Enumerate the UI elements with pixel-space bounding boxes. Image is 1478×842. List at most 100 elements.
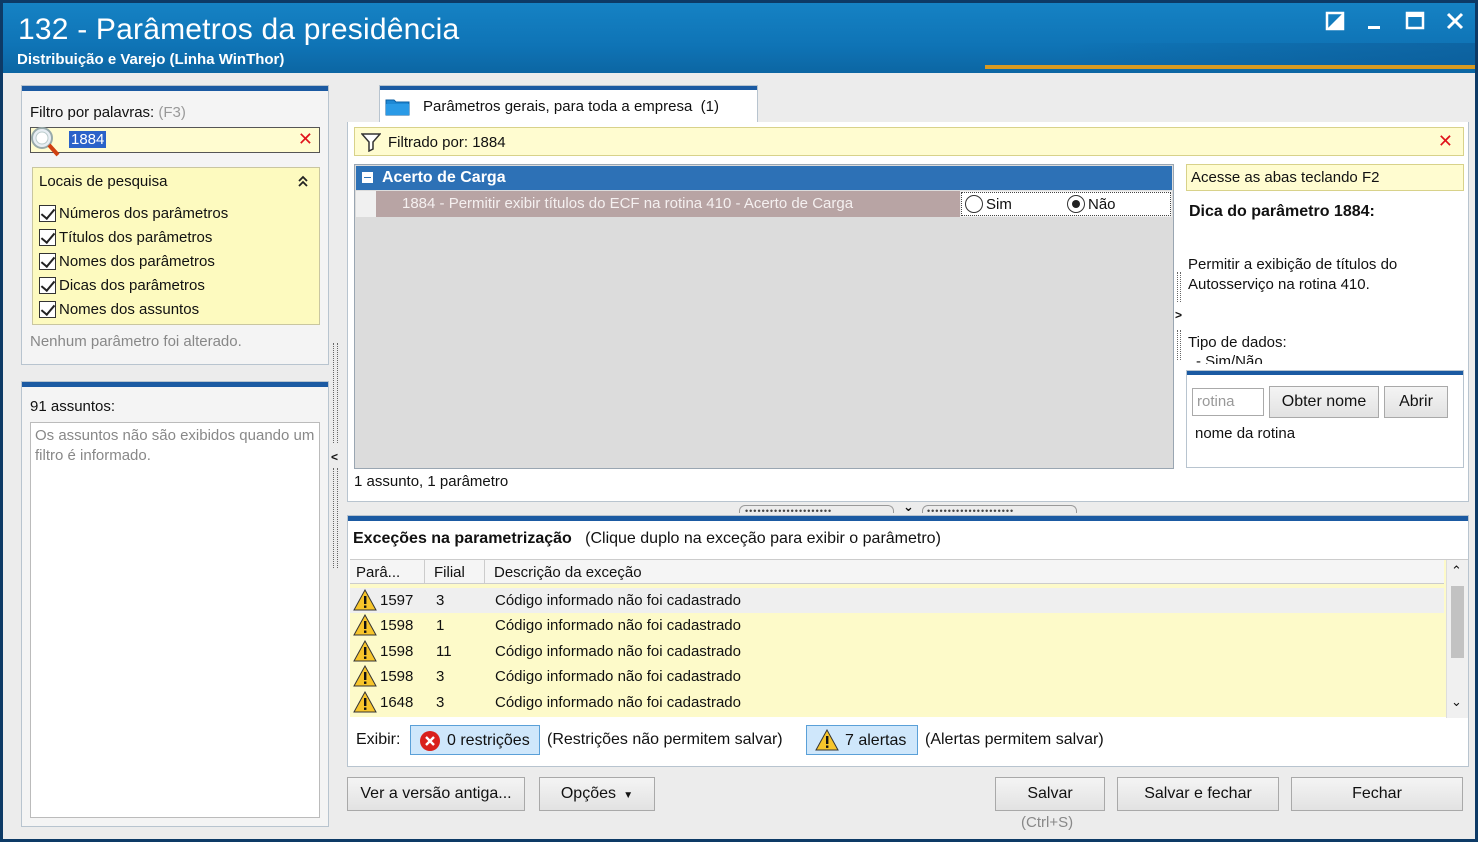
close-icon[interactable] bbox=[1445, 11, 1467, 33]
subjects-empty-text: Os assuntos não são exibidos quando um f… bbox=[35, 427, 315, 464]
minimize-icon[interactable] bbox=[1365, 11, 1387, 33]
column-param[interactable]: Parâ... bbox=[356, 564, 400, 581]
splitter-grip bbox=[333, 343, 338, 443]
option-titulos[interactable]: Títulos dos parâmetros bbox=[39, 226, 212, 248]
cell-desc: Código informado não foi cadastrado bbox=[495, 617, 741, 634]
table-row[interactable]: 1598 1 Código informado não foi cadastra… bbox=[350, 613, 1444, 638]
checkbox-icon[interactable] bbox=[39, 204, 56, 222]
checkbox-icon[interactable] bbox=[39, 276, 56, 294]
tab-parametros-gerais[interactable]: Parâmetros gerais, para toda a empresa (… bbox=[379, 85, 758, 123]
table-row[interactable]: 1598 3 Código informado não foi cadastra… bbox=[350, 664, 1444, 689]
alerts-label: 7 alertas bbox=[845, 732, 907, 749]
chevron-up-icon[interactable]: ⌃ bbox=[1451, 563, 1462, 579]
change-status-text: Nenhum parâmetro foi alterado. bbox=[30, 333, 242, 350]
collapse-chevron-icon[interactable] bbox=[297, 174, 309, 190]
save-button[interactable]: Salvar bbox=[995, 777, 1105, 811]
radio-circle-icon[interactable] bbox=[1067, 195, 1085, 213]
cell-param: 1598 bbox=[380, 668, 414, 685]
chevron-right-icon[interactable]: > bbox=[1175, 308, 1182, 322]
option-label: Títulos dos parâmetros bbox=[59, 228, 213, 246]
exceptions-hint: (Clique duplo na exceção para exibir o p… bbox=[585, 530, 941, 547]
tabs-access-hint: Acesse as abas teclando F2 bbox=[1186, 164, 1464, 191]
open-button[interactable]: Abrir bbox=[1384, 386, 1448, 418]
tip-type-value: - Sim/Não bbox=[1196, 353, 1263, 364]
radio-label: Sim bbox=[986, 195, 1012, 213]
option-numeros[interactable]: Números dos parâmetros bbox=[39, 202, 228, 224]
old-version-button[interactable]: Ver a versão antiga... bbox=[347, 777, 525, 811]
search-locations-box: Locais de pesquisa Números dos parâmetro… bbox=[32, 167, 320, 325]
checkbox-icon[interactable] bbox=[39, 252, 56, 270]
alerts-toggle[interactable]: 7 alertas bbox=[806, 725, 918, 755]
checkbox-icon[interactable] bbox=[39, 300, 56, 318]
grid-summary: 1 assunto, 1 parâmetro bbox=[354, 473, 509, 490]
filter-label-text: Filtro por palavras: bbox=[30, 104, 155, 121]
cell-param: 1598 bbox=[380, 643, 414, 660]
column-separator bbox=[424, 560, 425, 584]
filtered-by-text: Filtrado por: 1884 bbox=[388, 134, 506, 151]
table-header: Parâ... Filial Descrição da exceção bbox=[350, 560, 1444, 584]
window-subtitle: Distribuição e Varejo (Linha WinThor) bbox=[17, 51, 285, 68]
group-header[interactable]: Acerto de Carga bbox=[356, 166, 1172, 190]
group-title: Acerto de Carga bbox=[382, 169, 506, 186]
restrictions-note: (Restrições não permitem salvar) bbox=[547, 731, 783, 748]
save-and-close-button[interactable]: Salvar e fechar bbox=[1117, 777, 1279, 811]
restore-icon[interactable] bbox=[1325, 11, 1347, 33]
vertical-splitter[interactable]: < bbox=[331, 343, 341, 573]
options-label: Opções bbox=[560, 785, 616, 802]
radio-sim[interactable]: Sim bbox=[965, 195, 1012, 213]
maximize-icon[interactable] bbox=[1405, 11, 1427, 33]
filter-value: 1884 bbox=[69, 131, 107, 148]
tip-text: Permitir a exibição de títulos do Autoss… bbox=[1188, 256, 1398, 293]
option-assuntos[interactable]: Nomes dos assuntos bbox=[39, 298, 199, 320]
vertical-scrollbar[interactable]: ⌃ ⌄ bbox=[1446, 560, 1468, 718]
option-label: Nomes dos parâmetros bbox=[59, 252, 215, 270]
clear-filter-icon[interactable]: ✕ bbox=[1438, 131, 1453, 152]
collapse-icon[interactable] bbox=[362, 172, 373, 183]
routine-box: rotina Obter nome Abrir nome da rotina bbox=[1186, 370, 1464, 468]
cell-param: 1598 bbox=[380, 617, 414, 634]
filter-shortcut-hint: (F3) bbox=[158, 104, 186, 121]
table-row[interactable]: 1597 3 Código informado não foi cadastra… bbox=[350, 588, 1444, 613]
radio-nao[interactable]: Não bbox=[1067, 195, 1116, 213]
warning-icon bbox=[815, 728, 839, 756]
chevron-down-icon[interactable]: ⌄ bbox=[1451, 694, 1462, 710]
column-descricao[interactable]: Descrição da exceção bbox=[494, 564, 642, 581]
tip-splitter[interactable]: > bbox=[1175, 272, 1182, 362]
horizontal-splitter[interactable]: ••••••••••••••••••••• ⌄ ••••••••••••••••… bbox=[739, 499, 1077, 516]
clear-filter-icon[interactable]: ✕ bbox=[298, 129, 313, 150]
parameter-row[interactable]: 1884 - Permitir exibir títulos do ECF na… bbox=[356, 191, 1172, 217]
chevron-down-icon[interactable]: ⌄ bbox=[903, 499, 914, 515]
checkbox-icon[interactable] bbox=[39, 228, 56, 246]
subjects-list[interactable]: Os assuntos não são exibidos quando um f… bbox=[30, 422, 320, 818]
option-label: Números dos parâmetros bbox=[59, 204, 229, 222]
options-button[interactable]: Opções ▼ bbox=[539, 777, 655, 811]
caret-down-icon: ▼ bbox=[620, 790, 634, 801]
tip-title: Dica do parâmetro 1884: bbox=[1189, 203, 1375, 220]
warning-icon bbox=[353, 664, 377, 691]
cell-desc: Código informado não foi cadastrado bbox=[495, 668, 741, 685]
scrollbar-thumb[interactable] bbox=[1451, 586, 1464, 658]
cell-desc: Código informado não foi cadastrado bbox=[495, 592, 741, 609]
cell-filial: 1 bbox=[436, 617, 445, 634]
column-filial[interactable]: Filial bbox=[434, 564, 465, 581]
subjects-panel: 91 assuntos: Os assuntos não são exibido… bbox=[21, 381, 329, 827]
title-decoration bbox=[1063, 43, 1475, 67]
cell-desc: Código informado não foi cadastrado bbox=[495, 643, 741, 660]
window-title: 132 - Parâmetros da presidência bbox=[18, 13, 460, 46]
radio-circle-icon[interactable] bbox=[965, 195, 983, 213]
restrictions-toggle[interactable]: 0 restrições bbox=[410, 725, 540, 755]
close-button[interactable]: Fechar bbox=[1291, 777, 1463, 811]
table-row[interactable]: 1598 11 Código informado não foi cadastr… bbox=[350, 639, 1444, 664]
filter-input[interactable]: 1884 ✕ bbox=[30, 127, 320, 157]
routine-input[interactable]: rotina bbox=[1192, 388, 1264, 416]
chevron-left-icon[interactable]: < bbox=[331, 450, 338, 464]
exceptions-title-line: Exceções na parametrização (Clique duplo… bbox=[353, 530, 941, 548]
option-nomes[interactable]: Nomes dos parâmetros bbox=[39, 250, 215, 272]
warning-icon bbox=[353, 613, 377, 640]
filtered-by-bar: Filtrado por: 1884 ✕ bbox=[354, 127, 1464, 156]
save-shortcut-hint: (Ctrl+S) bbox=[1021, 814, 1074, 831]
warning-icon bbox=[353, 690, 377, 717]
table-row[interactable]: 1648 3 Código informado não foi cadastra… bbox=[350, 690, 1444, 715]
get-name-button[interactable]: Obter nome bbox=[1269, 386, 1379, 418]
option-dicas[interactable]: Dicas dos parâmetros bbox=[39, 274, 205, 296]
